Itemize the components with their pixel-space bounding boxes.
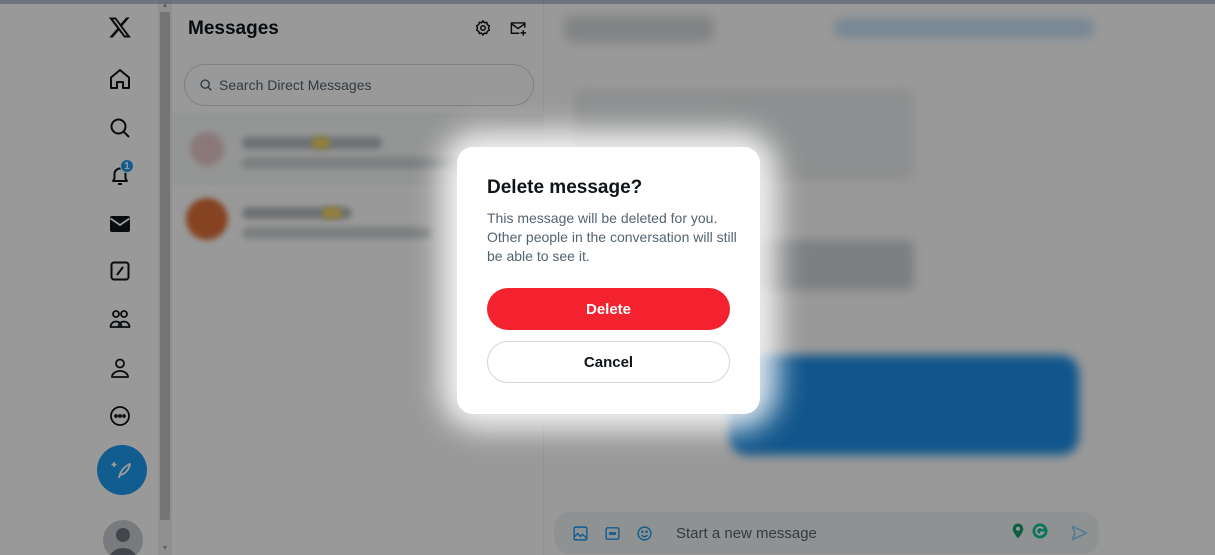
cancel-button[interactable]: Cancel [487,341,730,383]
delete-message-dialog: Delete message? This message will be del… [457,147,760,414]
dialog-title: Delete message? [487,177,643,198]
delete-button[interactable]: Delete [487,288,730,330]
dialog-body: This message will be deleted for you. Ot… [487,210,737,264]
